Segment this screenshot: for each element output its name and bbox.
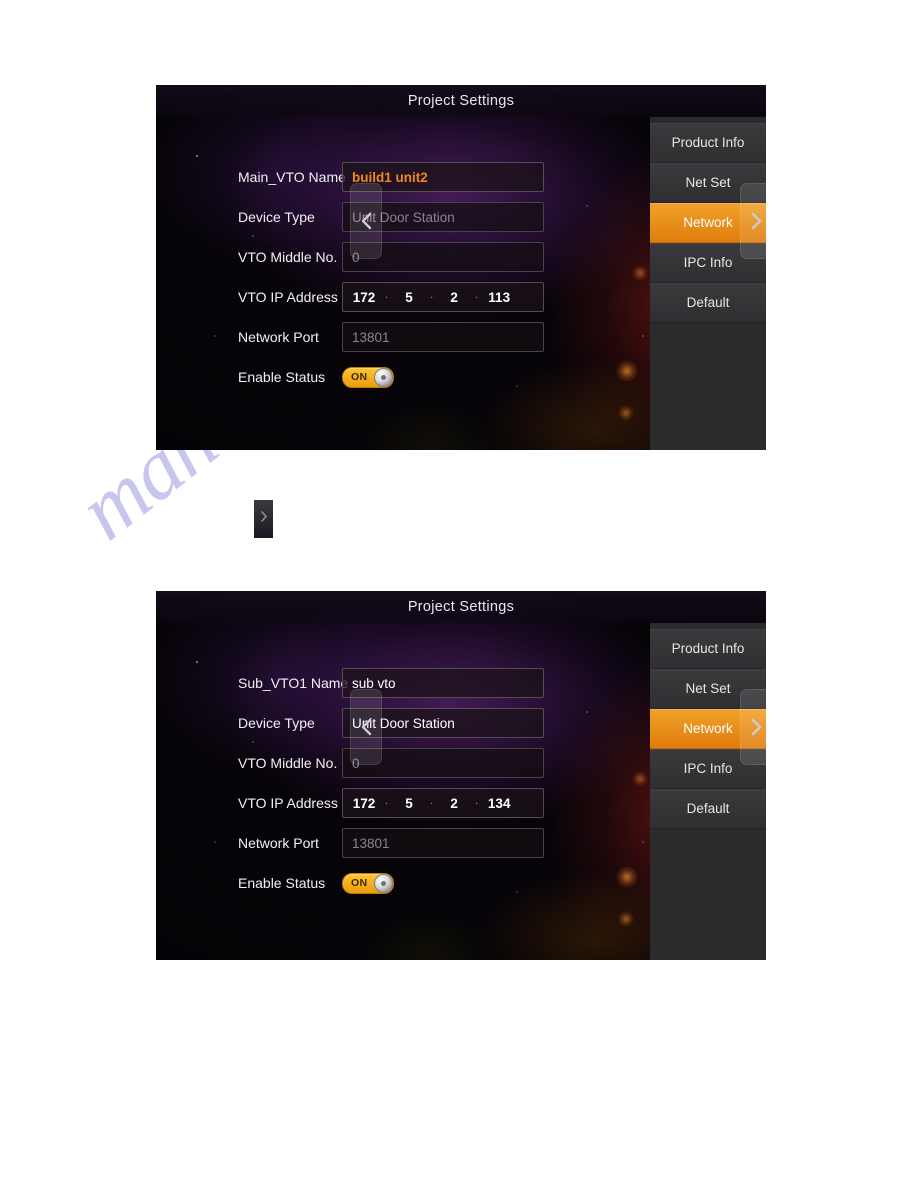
chevron-left-icon bbox=[360, 211, 373, 231]
device-screen-panel-main-vto: Project Settings Product Info Net Set Ne… bbox=[156, 85, 766, 450]
vto-name-label: Sub_VTO1 Name bbox=[238, 675, 349, 691]
form-row-enable-status: Enable Status ON bbox=[156, 361, 650, 393]
enable-status-label: Enable Status bbox=[238, 875, 326, 891]
enable-status-toggle[interactable]: ON bbox=[342, 872, 394, 894]
network-port-label: Network Port bbox=[238, 835, 319, 851]
ip-separator: . bbox=[385, 288, 389, 301]
vto-ip-address-input[interactable]: 172 . 5 . 2 . 134 bbox=[342, 788, 544, 818]
prev-page-arrow[interactable] bbox=[350, 183, 382, 259]
panel-title: Project Settings bbox=[156, 591, 766, 623]
settings-menu: Product Info Net Set Network IPC Info De… bbox=[650, 117, 766, 450]
form-row-network-port: Network Port 13801 bbox=[156, 827, 650, 859]
vto-name-label: Main_VTO Name bbox=[238, 169, 346, 185]
ip-separator: . bbox=[385, 794, 389, 807]
menu-item-label: Network bbox=[683, 215, 733, 230]
menu-item-label: IPC Info bbox=[683, 761, 733, 776]
vto-middle-no-label: VTO Middle No. bbox=[238, 755, 338, 771]
ip-octet-4[interactable]: 134 bbox=[484, 796, 514, 811]
enable-status-label: Enable Status bbox=[238, 369, 326, 385]
menu-item-label: IPC Info bbox=[683, 255, 733, 270]
vto-ip-address-input[interactable]: 172 . 5 . 2 . 113 bbox=[342, 282, 544, 312]
menu-item-label: Product Info bbox=[671, 641, 745, 656]
form-row-vto-middle-no: VTO Middle No. 0 bbox=[156, 241, 650, 273]
network-port-input[interactable]: 13801 bbox=[342, 828, 544, 858]
toggle-state-label: ON bbox=[351, 877, 368, 889]
network-port-input[interactable]: 13801 bbox=[342, 322, 544, 352]
ip-octet-3[interactable]: 2 bbox=[439, 796, 469, 811]
ip-octet-2[interactable]: 5 bbox=[394, 796, 424, 811]
vto-middle-no-label: VTO Middle No. bbox=[238, 249, 338, 265]
menu-item-label: Network bbox=[683, 721, 733, 736]
ip-separator: . bbox=[430, 288, 434, 301]
ip-octet-3[interactable]: 2 bbox=[439, 290, 469, 305]
device-screen-panel-sub-vto: Project Settings Product Info Net Set Ne… bbox=[156, 591, 766, 960]
chevron-right-icon bbox=[750, 211, 763, 231]
ip-separator: . bbox=[475, 794, 479, 807]
settings-form: Main_VTO Name build1 unit2 Device Type U… bbox=[156, 117, 650, 450]
next-page-arrow[interactable] bbox=[740, 689, 766, 765]
ip-octet-4[interactable]: 113 bbox=[484, 290, 514, 305]
prev-page-arrow[interactable] bbox=[350, 689, 382, 765]
menu-item-default[interactable]: Default bbox=[650, 789, 766, 829]
form-row-vto-middle-no: VTO Middle No. 0 bbox=[156, 747, 650, 779]
toggle-knob bbox=[374, 367, 393, 387]
form-row-vto-ip-address: VTO IP Address 172 . 5 . 2 . 134 bbox=[156, 787, 650, 819]
menu-item-label: Net Set bbox=[685, 681, 731, 696]
vto-ip-address-label: VTO IP Address bbox=[238, 289, 338, 305]
ip-separator: . bbox=[475, 288, 479, 301]
form-row-vto-ip-address: VTO IP Address 172 . 5 . 2 . 113 bbox=[156, 281, 650, 313]
form-row-device-type: Device Type Unit Door Station bbox=[156, 201, 650, 233]
menu-item-product-info[interactable]: Product Info bbox=[650, 123, 766, 163]
menu-item-label: Product Info bbox=[671, 135, 745, 150]
form-row-network-port: Network Port 13801 bbox=[156, 321, 650, 353]
form-row-vto-name: Sub_VTO1 Name sub vto bbox=[156, 667, 650, 699]
ip-octet-2[interactable]: 5 bbox=[394, 290, 424, 305]
toggle-state-label: ON bbox=[351, 371, 368, 383]
form-row-vto-name: Main_VTO Name build1 unit2 bbox=[156, 161, 650, 193]
device-type-label: Device Type bbox=[238, 209, 315, 225]
network-port-label: Network Port bbox=[238, 329, 319, 345]
toggle-knob bbox=[374, 873, 393, 893]
menu-item-default[interactable]: Default bbox=[650, 283, 766, 323]
panel-title: Project Settings bbox=[156, 85, 766, 117]
chevron-right-icon bbox=[260, 510, 268, 528]
device-type-label: Device Type bbox=[238, 715, 315, 731]
menu-item-label: Net Set bbox=[685, 175, 731, 190]
form-row-enable-status: Enable Status ON bbox=[156, 867, 650, 899]
inline-next-button[interactable] bbox=[254, 500, 273, 538]
form-row-device-type: Device Type Unit Door Station bbox=[156, 707, 650, 739]
ip-octet-1[interactable]: 172 bbox=[349, 796, 379, 811]
settings-form: Sub_VTO1 Name sub vto Device Type Unit D… bbox=[156, 623, 650, 960]
chevron-left-icon bbox=[360, 717, 373, 737]
chevron-right-icon bbox=[750, 717, 763, 737]
ip-octet-1[interactable]: 172 bbox=[349, 290, 379, 305]
enable-status-toggle[interactable]: ON bbox=[342, 366, 394, 388]
ip-separator: . bbox=[430, 794, 434, 807]
next-page-arrow[interactable] bbox=[740, 183, 766, 259]
menu-item-label: Default bbox=[686, 801, 730, 816]
vto-ip-address-label: VTO IP Address bbox=[238, 795, 338, 811]
menu-item-product-info[interactable]: Product Info bbox=[650, 629, 766, 669]
menu-item-label: Default bbox=[686, 295, 730, 310]
settings-menu: Product Info Net Set Network IPC Info De… bbox=[650, 623, 766, 960]
